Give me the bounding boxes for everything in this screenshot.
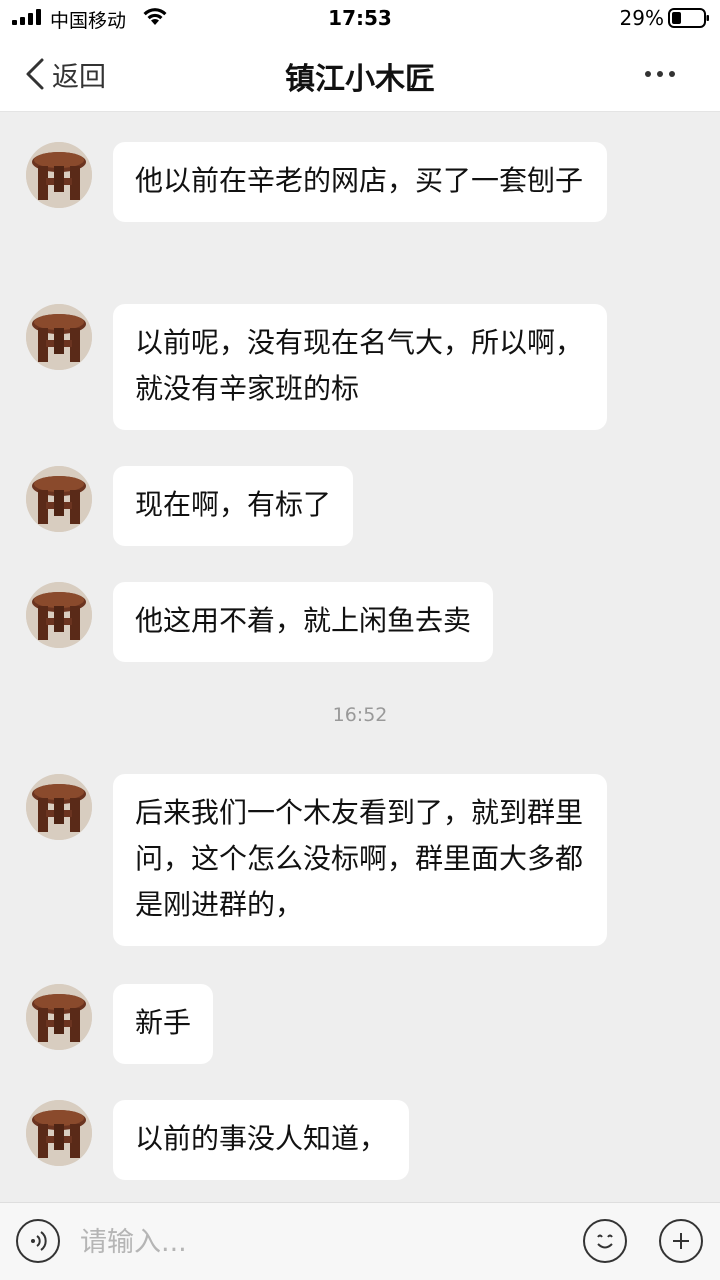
- stool-avatar[interactable]: [26, 304, 92, 370]
- battery-percentage: 29%: [619, 6, 664, 30]
- stool-avatar-image: [26, 582, 92, 648]
- stool-avatar-image: [26, 466, 92, 532]
- message-bubble[interactable]: 以前的事没人知道，: [113, 1100, 410, 1180]
- voice-icon: [31, 1231, 47, 1251]
- message-bubble[interactable]: 后来我们一个木友看到了，就到群里问，这个怎么没标啊，群里面大多都 是刚进群的，: [113, 774, 607, 946]
- stool-avatar-image: [26, 1100, 92, 1166]
- input-bar: [0, 1202, 720, 1280]
- message-bubble[interactable]: 新手: [113, 984, 214, 1064]
- message-bubble[interactable]: 他这用不着，就上闲鱼去卖: [113, 582, 494, 662]
- battery-icon: [668, 8, 709, 28]
- stool-avatar-image: [26, 142, 92, 208]
- stool-avatar-image: [26, 304, 92, 370]
- message-bubble[interactable]: 他以前在辛老的网店，买了一套刨子: [113, 142, 607, 222]
- stool-avatar[interactable]: [26, 774, 92, 840]
- chat-title: 镇江小木匠: [285, 62, 435, 97]
- stool-avatar[interactable]: [26, 142, 92, 208]
- status-bar: 中国移动 17:53 29%: [0, 0, 720, 36]
- emoji-icon: [597, 1234, 613, 1249]
- clock: 17:53: [328, 6, 392, 30]
- stool-avatar[interactable]: [26, 1100, 92, 1166]
- message-bubble[interactable]: 以前呢，没有现在名气大，所以啊，就没有辛家班的标: [113, 304, 607, 430]
- chat-area[interactable]: 他以前在辛老的网店，买了一套刨子 以前呢，没有现在名气大，所以啊，就没有辛家班的…: [0, 112, 720, 1202]
- stool-avatar[interactable]: [26, 466, 92, 532]
- plus-icon: [673, 1233, 689, 1249]
- plus-button[interactable]: [659, 1219, 703, 1263]
- emoji-button[interactable]: [583, 1219, 627, 1263]
- more-dots-icon[interactable]: [640, 60, 680, 88]
- message-bubble[interactable]: 现在啊，有标了: [113, 466, 354, 546]
- stool-avatar-image: [26, 774, 92, 840]
- message-input[interactable]: [80, 1217, 550, 1267]
- stool-avatar[interactable]: [26, 582, 92, 648]
- stool-avatar[interactable]: [26, 984, 92, 1050]
- stool-avatar-image: [26, 984, 92, 1050]
- message-timestamp: 16:52: [332, 704, 388, 726]
- voice-button[interactable]: [16, 1219, 60, 1263]
- nav-bar: 返回 镇江小木匠: [0, 36, 720, 112]
